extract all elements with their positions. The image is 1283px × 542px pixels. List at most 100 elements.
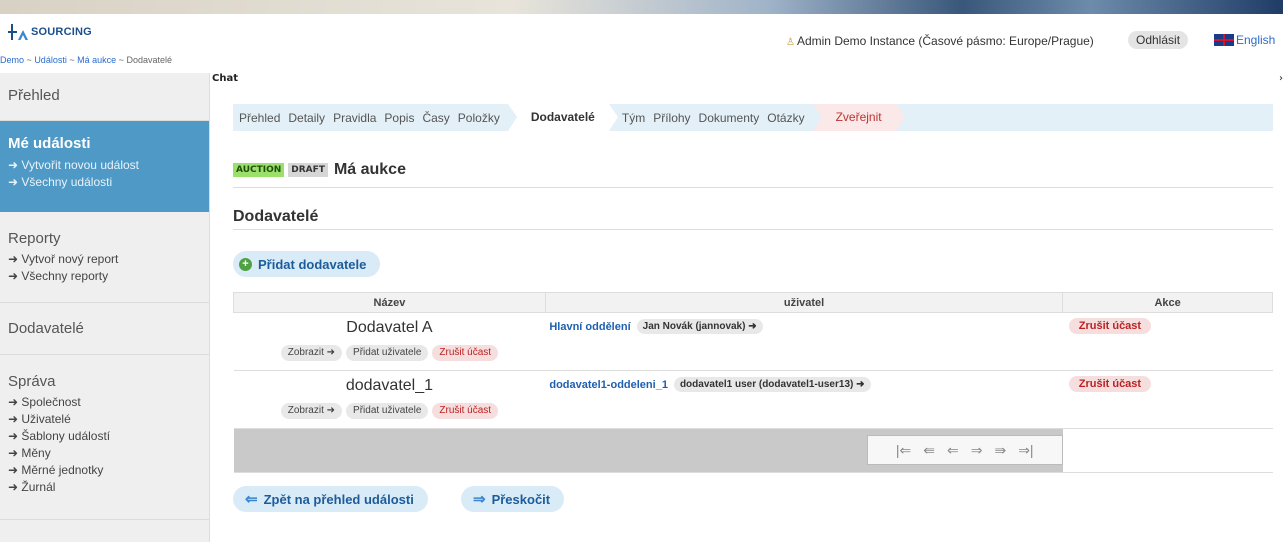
sidebar-link-create-event[interactable]: ➜ Vytvořit novou událost xyxy=(8,158,201,172)
tab-details[interactable]: Detaily xyxy=(284,111,329,125)
tab-rules[interactable]: Pravidla xyxy=(329,111,380,125)
sidebar-link-users[interactable]: ➜ Uživatelé xyxy=(8,412,201,426)
fast-forward-icon[interactable]: ⇛ xyxy=(994,442,1006,459)
actions-cell: Zrušit účast xyxy=(1062,312,1273,371)
sidebar-link-all-reports[interactable]: ➜ Všechny reporty xyxy=(8,269,201,283)
breadcrumb: Demo ~ Události ~ Má aukce ~ Dodavatelé xyxy=(0,55,172,65)
fast-back-icon[interactable]: ⇚ xyxy=(923,442,935,459)
skip-button[interactable]: ⇒ Přeskočit xyxy=(461,486,565,512)
sidebar-item-overview[interactable]: Přehled xyxy=(8,87,201,104)
chat-label: Chat xyxy=(212,73,238,84)
sidebar-link-units[interactable]: ➜ Měrné jednotky xyxy=(8,463,201,477)
sidebar-item-admin[interactable]: Správa xyxy=(8,373,201,390)
supplier-name: Dodavatel A xyxy=(346,319,433,336)
sidebar-section-admin: Správa ➜ Společnost ➜ Uživatelé ➜ Šablon… xyxy=(0,355,209,520)
sidebar-section-overview[interactable]: Přehled xyxy=(0,73,209,121)
add-supplier-button[interactable]: + Přidat dodavatele xyxy=(233,251,381,277)
pager-row: |⇐ ⇚ ⇐ ⇒ ⇛ ⇒| xyxy=(233,428,1273,473)
user-info: ♙ Admin Demo Instance (Časové pásmo: Euro… xyxy=(786,34,1094,48)
tab-questions[interactable]: Otázky xyxy=(763,111,808,125)
tab-publish[interactable]: Zveřejnit xyxy=(821,104,896,131)
user-cell: dodavatel1-oddeleni_1 dodavatel1 user (d… xyxy=(545,370,1063,429)
view-supplier-button[interactable]: Zobrazit ➜ xyxy=(280,345,343,361)
table-row: dodavatel_1 Zobrazit ➜ Přidat uživatele … xyxy=(233,370,1273,429)
event-title-row: AUCTION DRAFT Má aukce xyxy=(233,161,406,179)
pager: |⇐ ⇚ ⇐ ⇒ ⇛ ⇒| xyxy=(233,428,1063,473)
logo[interactable]: SOURCING xyxy=(8,24,92,40)
pager-empty-cell xyxy=(1062,428,1273,473)
back-label: Zpět na přehled události xyxy=(263,491,414,507)
tab-separator xyxy=(608,104,618,131)
last-page-icon[interactable]: ⇒| xyxy=(1018,442,1033,459)
sidebar-link-all-events[interactable]: ➜ Všechny události xyxy=(8,175,201,189)
user-info-text: Admin Demo Instance (Časové pásmo: Europ… xyxy=(796,34,1094,48)
sidebar-link-currencies[interactable]: ➜ Měny xyxy=(8,446,201,460)
next-page-icon[interactable]: ⇒ xyxy=(971,442,983,459)
supplier-name-cell: dodavatel_1 Zobrazit ➜ Přidat uživatele … xyxy=(233,370,546,429)
skip-label: Přeskočit xyxy=(491,491,551,507)
breadcrumb-separator: ~ xyxy=(69,55,75,65)
tab-times[interactable]: Časy xyxy=(418,111,453,125)
sidebar-link-journal[interactable]: ➜ Žurnál xyxy=(8,480,201,494)
plus-icon: + xyxy=(239,257,252,271)
cancel-participation-button[interactable]: Zrušit účast xyxy=(432,345,499,361)
breadcrumb-separator: ~ xyxy=(26,55,32,65)
breadcrumb-separator: ~ xyxy=(118,55,124,65)
chat-expand-icon[interactable]: › xyxy=(1279,73,1283,84)
add-supplier-label: Přidat dodavatele xyxy=(258,256,367,272)
chat-bar[interactable]: Chat › xyxy=(210,73,1283,87)
first-page-icon[interactable]: |⇐ xyxy=(896,442,911,459)
arrow-left-icon: ⇐ xyxy=(245,491,258,508)
prev-page-icon[interactable]: ⇐ xyxy=(947,442,959,459)
sidebar-link-event-templates[interactable]: ➜ Šablony událostí xyxy=(8,429,201,443)
cancel-participation-button[interactable]: Zrušit účast xyxy=(432,403,499,419)
back-to-overview-button[interactable]: ⇐ Zpět na přehled události xyxy=(233,486,428,512)
logout-button[interactable]: Odhlásit xyxy=(1128,31,1189,49)
cancel-participation-button[interactable]: Zrušit účast xyxy=(1068,318,1152,334)
logo-icon xyxy=(8,24,28,40)
sidebar-section-suppliers[interactable]: Dodavatelé xyxy=(0,303,209,355)
department-link[interactable]: Hlavní oddělení xyxy=(549,321,630,333)
tab-items[interactable]: Položky xyxy=(454,111,504,125)
sidebar-item-my-events[interactable]: Mé události xyxy=(8,135,201,152)
event-tabs: Přehled Detaily Pravidla Popis Časy Polo… xyxy=(233,104,1273,131)
sidebar-item-reports[interactable]: Reporty xyxy=(8,230,201,247)
table-row: Dodavatel A Zobrazit ➜ Přidat uživatele … xyxy=(233,312,1273,371)
pager-controls: |⇐ ⇚ ⇐ ⇒ ⇛ ⇒| xyxy=(866,435,1063,465)
tab-separator xyxy=(507,104,517,131)
add-user-button[interactable]: Přidat uživatele xyxy=(346,403,429,419)
view-supplier-button[interactable]: Zobrazit ➜ xyxy=(280,403,343,419)
tab-documents[interactable]: Dokumenty xyxy=(695,111,764,125)
tab-separator xyxy=(895,104,905,131)
breadcrumb-current: Dodavatelé xyxy=(126,55,172,65)
add-user-button[interactable]: Přidat uživatele xyxy=(346,345,429,361)
sidebar: Přehled Mé události ➜ Vytvořit novou udá… xyxy=(0,73,210,542)
user-pill[interactable]: Jan Novák (jannovak) ➜ xyxy=(636,319,763,334)
logo-text: SOURCING xyxy=(31,26,92,38)
tab-overview[interactable]: Přehled xyxy=(233,111,284,125)
table-header-row: Název uživatel Akce xyxy=(233,292,1273,313)
breadcrumb-item-auction[interactable]: Má aukce xyxy=(77,55,116,65)
auction-badge: AUCTION xyxy=(233,163,285,177)
language-label: English xyxy=(1236,33,1276,47)
tab-attachments[interactable]: Přílohy xyxy=(649,111,694,125)
user-pill[interactable]: dodavatel1 user (dodavatel1-user13) ➜ xyxy=(673,377,871,392)
cancel-participation-button[interactable]: Zrušit účast xyxy=(1068,376,1152,392)
breadcrumb-item-demo[interactable]: Demo xyxy=(0,55,24,65)
page-title: Dodavatelé xyxy=(233,208,319,225)
tab-suppliers[interactable]: Dodavatelé xyxy=(516,104,609,131)
event-title: Má aukce xyxy=(333,161,406,178)
tab-team[interactable]: Tým xyxy=(618,111,649,125)
column-header-actions: Akce xyxy=(1062,292,1273,313)
supplier-name: dodavatel_1 xyxy=(345,377,434,394)
uk-flag-icon xyxy=(1214,34,1234,46)
breadcrumb-item-events[interactable]: Události xyxy=(34,55,67,65)
sidebar-item-suppliers[interactable]: Dodavatelé xyxy=(8,320,201,337)
sidebar-link-company[interactable]: ➜ Společnost xyxy=(8,395,201,409)
sidebar-link-create-report[interactable]: ➜ Vytvoř nový report xyxy=(8,252,201,266)
language-switch[interactable]: English xyxy=(1214,33,1275,47)
header-banner-image xyxy=(0,0,1283,14)
divider xyxy=(233,229,1273,230)
tab-description[interactable]: Popis xyxy=(380,111,418,125)
department-link[interactable]: dodavatel1-oddeleni_1 xyxy=(549,379,668,391)
